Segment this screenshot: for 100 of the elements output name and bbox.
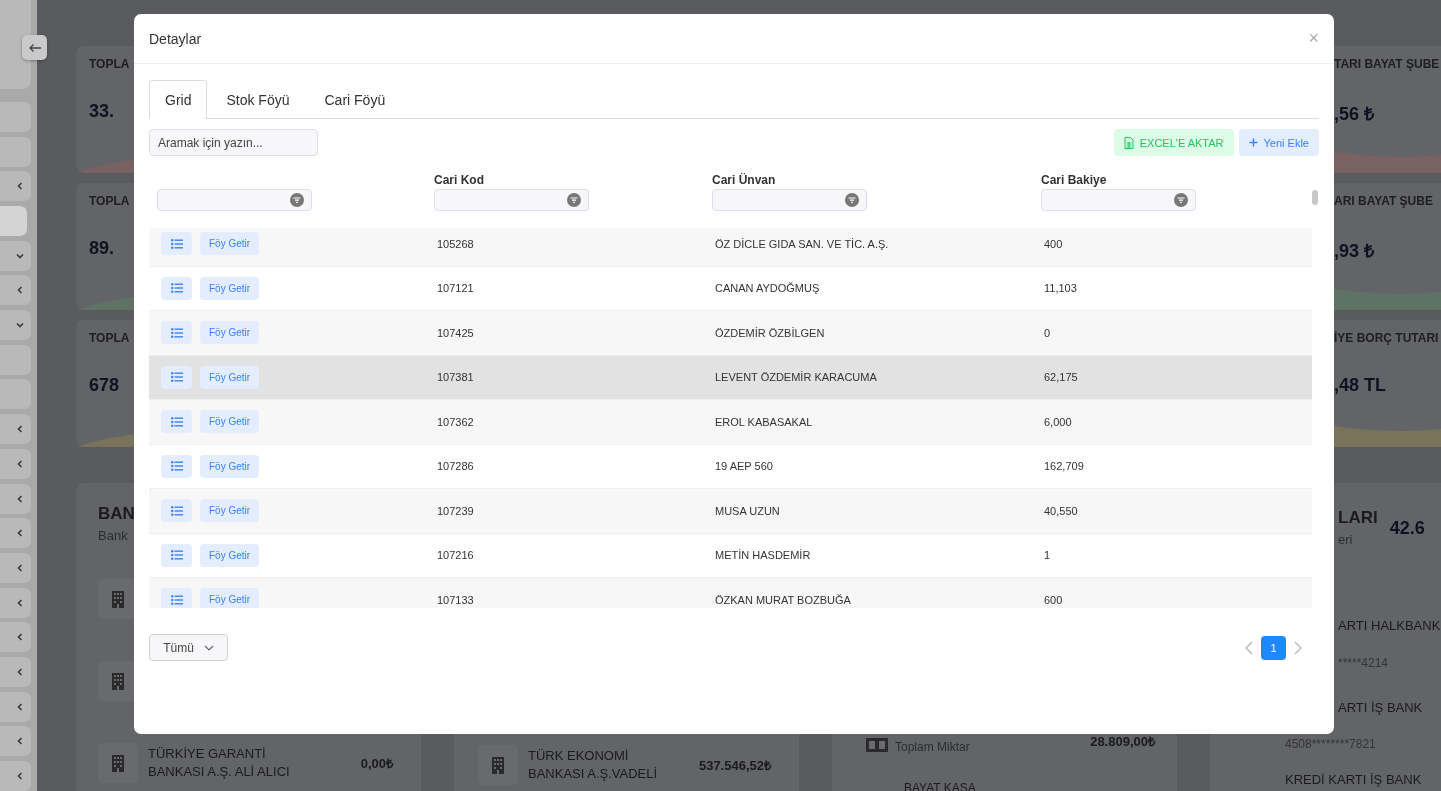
list-button[interactable] xyxy=(161,410,192,434)
sidebar-item[interactable] xyxy=(0,656,31,687)
table-cell: 0 xyxy=(1044,326,1051,339)
table-cell: CANAN AYDOĞMUŞ xyxy=(715,282,820,295)
stat-value: ,56 ₺ xyxy=(1334,103,1375,125)
tab[interactable]: Grid xyxy=(149,80,208,119)
column-header: Cari Kod xyxy=(434,173,485,187)
table-cell: 40,550 xyxy=(1044,504,1078,517)
table-row[interactable]: Föy Getir 107239 MUSA UZUN 40,550 xyxy=(149,489,1312,534)
filter-field[interactable] xyxy=(157,189,312,211)
list-button[interactable] xyxy=(161,232,192,256)
list-button[interactable] xyxy=(161,365,192,389)
bank-amount: 0,00₺ xyxy=(360,755,393,772)
sidebar-item[interactable] xyxy=(0,483,31,514)
sidebar-item[interactable] xyxy=(0,448,31,479)
table-cell: 107216 xyxy=(437,549,474,562)
stat-value: 678 xyxy=(89,375,120,396)
building-icon xyxy=(478,745,518,785)
filter-field[interactable] xyxy=(1041,189,1196,211)
stat-title: ARI BAYAT ŞUBE xyxy=(1334,194,1433,208)
spreadsheet-icon xyxy=(1123,136,1134,149)
sidebar-item[interactable] xyxy=(0,587,31,618)
table-cell: 6,000 xyxy=(1044,415,1072,428)
previous-page-button[interactable] xyxy=(1243,640,1255,655)
sidebar-item[interactable] xyxy=(0,310,31,341)
chevron-left-icon xyxy=(15,597,25,608)
total-amount: 28.809,00₺ xyxy=(1090,733,1155,750)
stat-value: 89. xyxy=(89,238,115,259)
table-cell: LEVENT ÖZDEMİR KARACUMA xyxy=(715,371,877,384)
sidebar-item[interactable] xyxy=(0,552,31,583)
total-label: Toplam Miktar xyxy=(895,740,970,754)
chevron-left-icon xyxy=(15,736,25,747)
sidebar-item[interactable] xyxy=(0,414,31,445)
stat-value: ,48 TL xyxy=(1334,375,1386,396)
bank-name: TÜRK EKONOMİ BANKASI A.Ş.VADELİ xyxy=(528,747,658,783)
table-cell: 107286 xyxy=(437,460,474,473)
sidebar-item[interactable] xyxy=(0,275,31,306)
table-cell: METİN HASDEMİR xyxy=(715,549,811,562)
table-cell: 400 xyxy=(1044,237,1063,250)
chevron-left-icon xyxy=(15,632,25,643)
chevron-left-icon xyxy=(15,528,25,539)
list-icon xyxy=(170,372,183,383)
scrollbar-thumb[interactable] xyxy=(1312,190,1318,205)
panel-title: LARI xyxy=(1338,507,1378,529)
list-button[interactable] xyxy=(161,276,192,300)
filter-icon xyxy=(290,193,304,207)
list-button[interactable] xyxy=(161,321,192,345)
chevron-left-icon xyxy=(15,181,25,192)
sidebar-item[interactable] xyxy=(0,622,31,653)
bank-amount: 537.546,52₺ xyxy=(698,757,771,774)
sidebar-item[interactable] xyxy=(0,761,31,791)
table-cell: 107133 xyxy=(437,593,474,606)
table-row[interactable]: Föy Getir 107425 ÖZDEMİR ÖZBİLGEN 0 xyxy=(149,311,1312,356)
list-button[interactable] xyxy=(161,454,192,478)
chevron-left-icon xyxy=(15,701,25,712)
table-cell: ÖZKAN MURAT BOZBUĞA xyxy=(715,593,851,606)
sidebar-item[interactable] xyxy=(0,518,31,549)
table-cell: MUSA UZUN xyxy=(715,504,780,517)
table-cell: 107381 xyxy=(437,371,474,384)
table-row[interactable]: Föy Getir 107362 EROL KABASAKAL 6,000 xyxy=(149,400,1312,445)
filter-field[interactable] xyxy=(712,189,867,211)
stat-title: TOPLA xyxy=(89,57,130,71)
tab[interactable]: Cari Föyü xyxy=(308,80,402,119)
card-name: ARTI HALKBANK xyxy=(1338,618,1441,633)
table-row[interactable]: Föy Getir 107133 ÖZKAN MURAT BOZBUĞA 600 xyxy=(149,578,1312,608)
card-name: ARTI İŞ BANK xyxy=(1338,700,1423,715)
table-row[interactable]: Föy Getir 107381 LEVENT ÖZDEMİR KARACUMA 62,175 xyxy=(149,355,1312,400)
table-cell: 107121 xyxy=(437,282,474,295)
plus-icon xyxy=(1248,138,1258,147)
table-cell: ÖZDEMİR ÖZBİLGEN xyxy=(715,326,825,339)
chevron-down-icon xyxy=(203,644,214,651)
filter-field[interactable] xyxy=(434,189,589,211)
next-page-button[interactable] xyxy=(1292,640,1304,655)
list-button[interactable] xyxy=(161,543,192,567)
sidebar-item[interactable] xyxy=(0,726,31,757)
list-icon xyxy=(170,327,183,338)
list-button[interactable] xyxy=(161,499,192,523)
stat-value: 33. xyxy=(89,101,115,122)
list-icon xyxy=(170,594,183,605)
sidebar-item[interactable] xyxy=(0,171,31,202)
sidebar-item[interactable] xyxy=(0,206,27,236)
table-cell: 1 xyxy=(1044,549,1051,562)
stat-title: TOPLA xyxy=(89,194,130,208)
list-button[interactable] xyxy=(161,588,192,608)
tab[interactable]: Stok Föyü xyxy=(210,80,306,119)
chevron-left-icon xyxy=(15,424,25,435)
sidebar-item[interactable] xyxy=(0,691,31,722)
chevron-left-icon xyxy=(15,493,25,504)
table-row[interactable]: Föy Getir 105268 ÖZ DİCLE GIDA SAN. VE TİC. A.Ş. 400 xyxy=(149,228,1312,267)
table-cell: 162,709 xyxy=(1044,460,1084,473)
stat-value: ,93 ₺ xyxy=(1334,240,1375,262)
filter-icon xyxy=(1174,193,1188,207)
table-cell: EROL KABASAKAL xyxy=(715,415,813,428)
list-icon xyxy=(170,238,183,249)
chevron-left-icon xyxy=(15,771,25,781)
collapse-button[interactable] xyxy=(22,35,47,60)
search-field[interactable]: Aramak için yazın... xyxy=(149,129,318,156)
page-size-dropdown[interactable]: Tümü xyxy=(149,634,228,661)
stat-title: İYE BORÇ TUTARI xyxy=(1334,331,1439,345)
sidebar-item[interactable] xyxy=(0,240,31,271)
